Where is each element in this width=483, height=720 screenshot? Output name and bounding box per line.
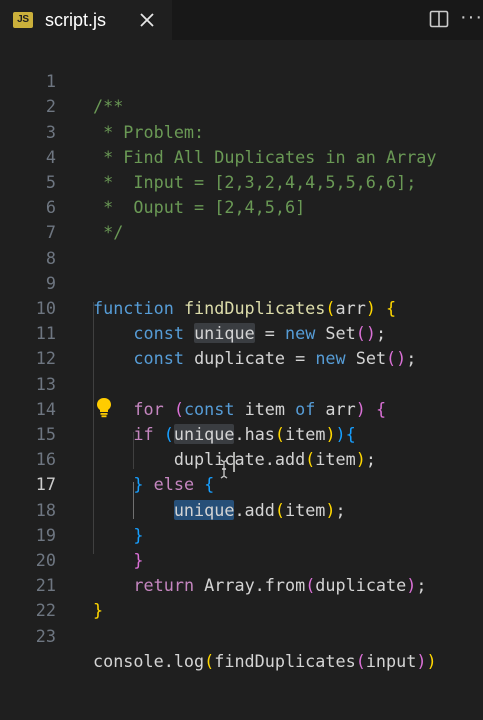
tab-script-js[interactable]: JS script.js xyxy=(0,0,172,40)
code-line: 7 xyxy=(0,195,483,242)
code-line: 9 function findDuplicates(arr) { xyxy=(0,246,483,318)
tab-label: script.js xyxy=(45,10,107,30)
code-line: 21 } xyxy=(0,548,483,620)
code-line: 5 * Ouput = [2,4,5,6] xyxy=(0,145,483,217)
line-code: console.log(findDuplicates(input)) xyxy=(93,650,437,671)
code-line: 2 * Problem: xyxy=(0,69,483,141)
more-actions-icon[interactable]: ··· xyxy=(460,7,482,30)
code-line: 18 } xyxy=(0,472,483,545)
code-line: 10 const unique = new Set(); xyxy=(0,271,483,344)
javascript-file-icon: JS xyxy=(13,12,33,28)
split-editor-icon[interactable] xyxy=(428,8,450,30)
lightbulb-icon[interactable] xyxy=(94,396,114,418)
code-line: 20 return Array.from(duplicate); xyxy=(0,523,483,595)
code-line: 12 xyxy=(0,321,483,368)
code-line: 6 */ xyxy=(0,170,483,242)
code-editor[interactable]: 1 /** 2 * Problem: 3 * Find All Duplicat… xyxy=(0,42,483,720)
code-line: 23 console.log(findDuplicates(input)) xyxy=(0,598,483,671)
tab-bar: JS script.js ··· xyxy=(0,0,483,40)
code-line-active: 17 unique.add(item); xyxy=(0,447,483,520)
code-line: 13 for (const item of arr) { xyxy=(0,346,483,419)
code-line: 3 * Find All Duplicates in an Array xyxy=(0,94,483,167)
code-line: 15 duplicate.add(item); xyxy=(0,397,483,469)
code-line: 4 * Input = [2,3,2,4,4,5,5,6,6]; xyxy=(0,120,483,192)
code-line: 16 } else { xyxy=(0,422,483,494)
code-line: 22 xyxy=(0,573,483,620)
code-line: 19 } xyxy=(0,498,483,570)
code-line: 1 /** xyxy=(0,44,483,116)
code-line: 11 const duplicate = new Set(); xyxy=(0,296,483,368)
ibeam-cursor-icon xyxy=(220,459,228,479)
code-line: 8 xyxy=(0,220,483,268)
close-icon[interactable] xyxy=(136,9,158,31)
line-number: 23 xyxy=(35,625,56,646)
code-line: 14 if (unique.has(item)){ xyxy=(0,372,483,444)
text-cursor xyxy=(233,452,235,472)
